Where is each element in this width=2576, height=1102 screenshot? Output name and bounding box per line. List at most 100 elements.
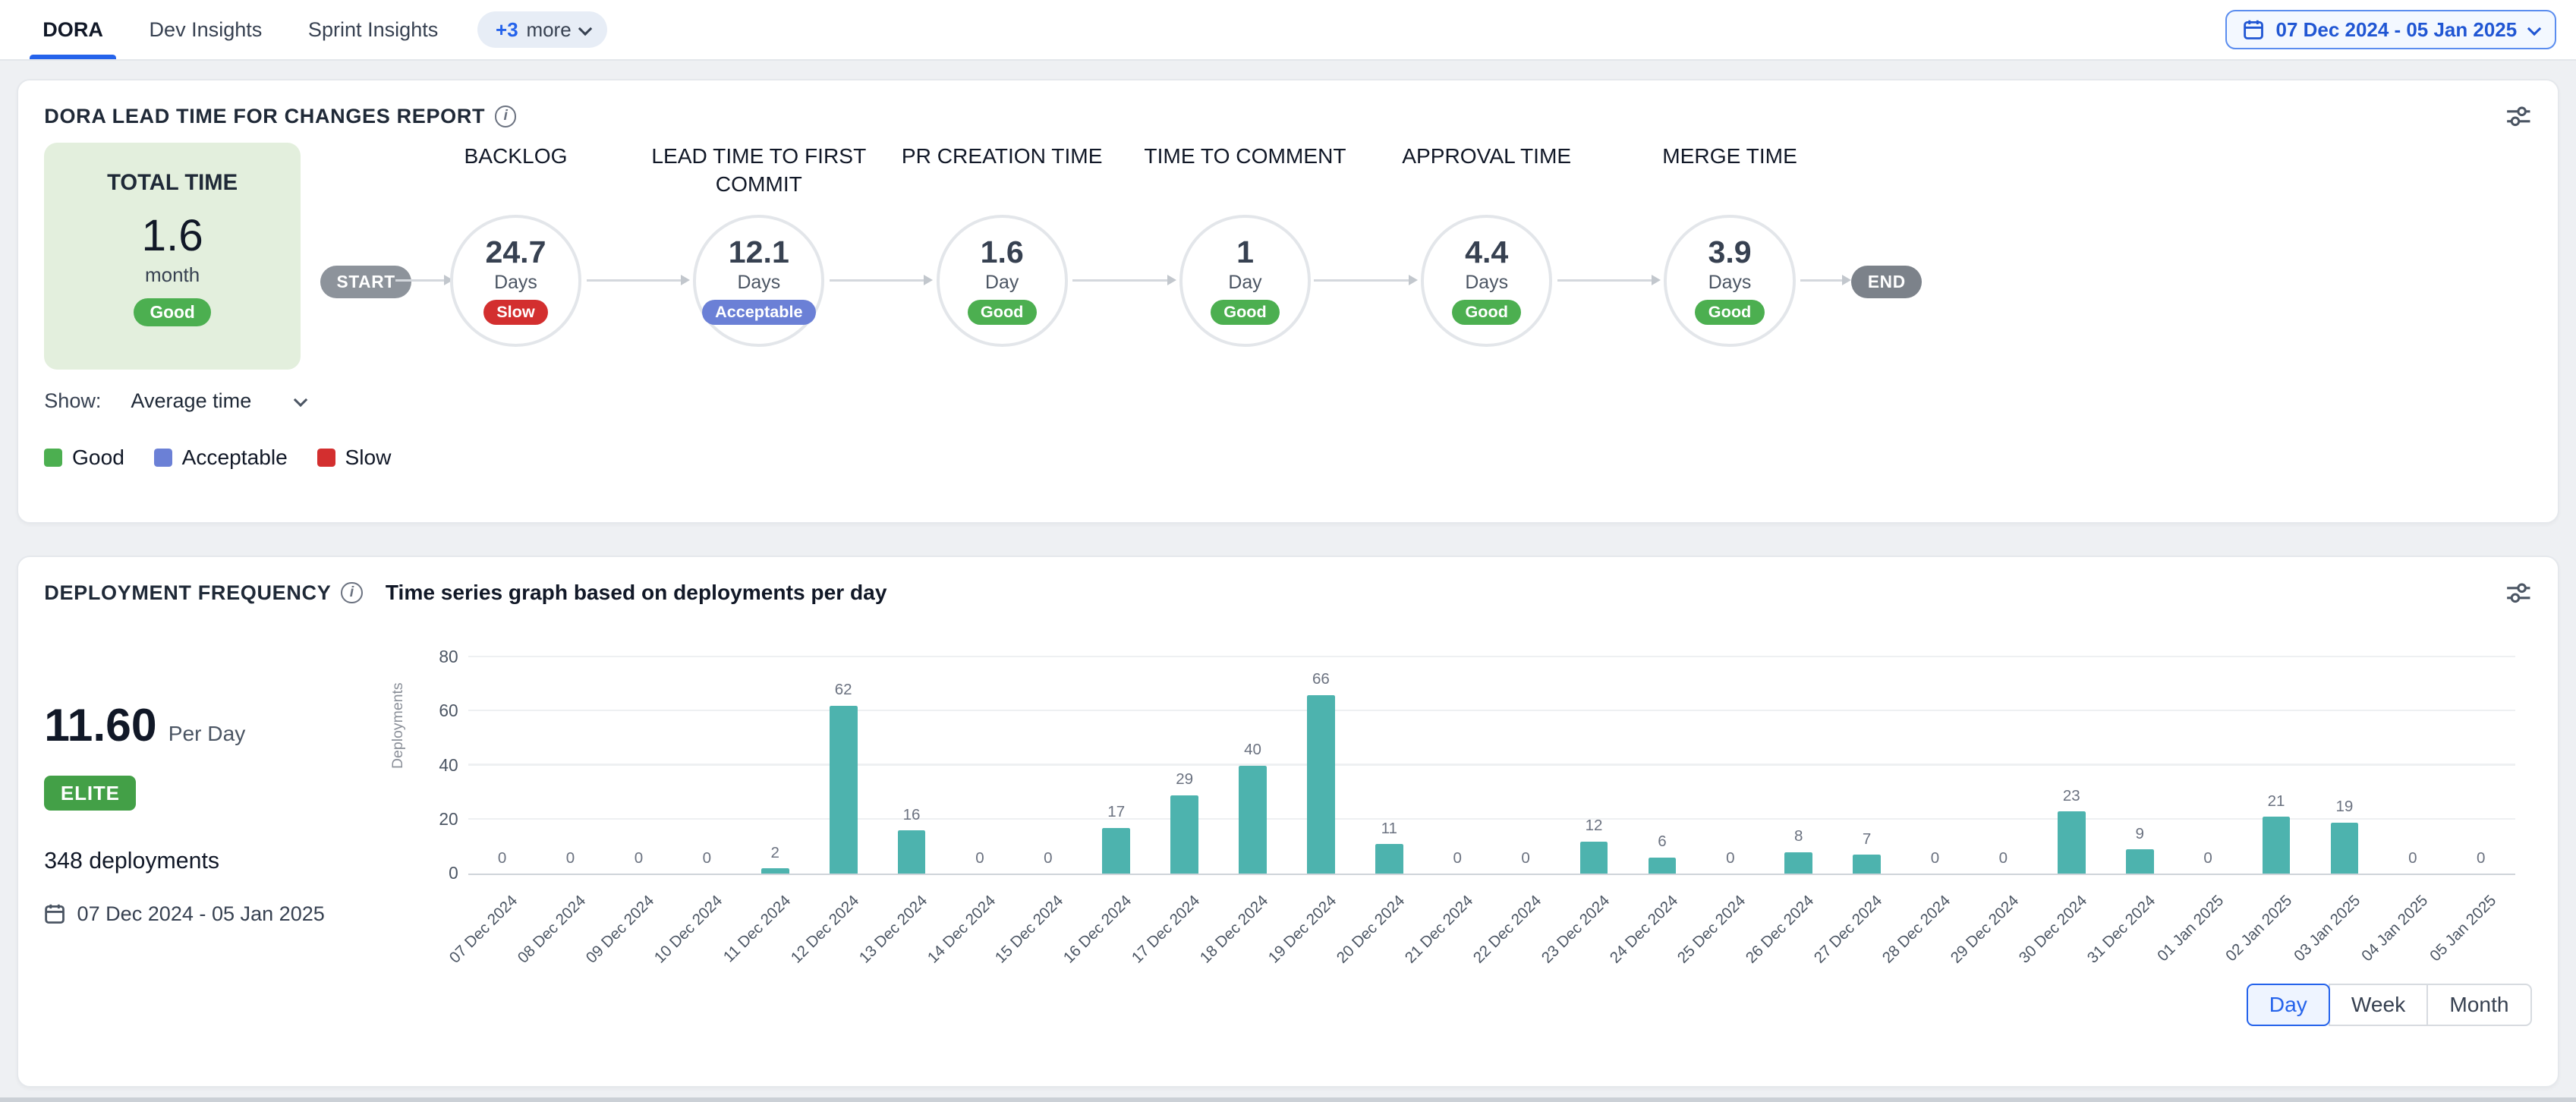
bar-value-label: 7 — [1834, 830, 1900, 849]
bar-value-label: 0 — [1016, 849, 1082, 867]
total-time-box: TOTAL TIME 1.6 month Good — [44, 143, 301, 370]
x-tick-label: 21 Dec 2024 — [1401, 892, 1476, 967]
bar[interactable] — [1649, 858, 1677, 874]
stage-label: APPROVAL TIME — [1365, 143, 1608, 215]
gridline — [468, 818, 2515, 820]
tab-dev-insights[interactable]: Dev Insights — [126, 0, 285, 59]
bar[interactable] — [830, 706, 858, 874]
stage-circle[interactable]: 1 Day Good — [1179, 215, 1311, 346]
x-tick-label: 18 Dec 2024 — [1197, 892, 1272, 967]
settings-sliders-icon[interactable] — [2505, 580, 2532, 606]
legend-item-slow: Slow — [317, 446, 392, 470]
lead-time-flow: START BACKLOG 24.7 Days Slow LEAD TIME T… — [301, 143, 2532, 373]
x-tick-label: 17 Dec 2024 — [1129, 892, 1204, 967]
bar[interactable] — [1580, 842, 1608, 874]
bar-value-label: 29 — [1151, 770, 1217, 789]
bar[interactable] — [2126, 849, 2154, 874]
bar[interactable] — [1784, 852, 1812, 874]
stage-badge: Good — [968, 300, 1037, 324]
stage-merge-time: MERGE TIME 3.9 Days Good — [1608, 143, 1851, 346]
deployment-date-range: 07 Dec 2024 - 05 Jan 2025 — [44, 902, 392, 926]
chart-title: Time series graph based on deployments p… — [386, 581, 887, 605]
bar-value-label: 0 — [2380, 849, 2446, 867]
stage-label: LEAD TIME TO FIRST COMMIT — [638, 143, 880, 215]
x-tick-label: 16 Dec 2024 — [1060, 892, 1135, 967]
bar-value-label: 19 — [2312, 798, 2378, 816]
bar[interactable] — [1102, 828, 1130, 874]
stage-time-to-comment: TIME TO COMMENT 1 Day Good — [1123, 143, 1366, 346]
bar[interactable] — [2263, 817, 2291, 874]
bar[interactable] — [1853, 855, 1881, 874]
y-axis-label: Deployments — [389, 682, 407, 769]
granularity-week-button[interactable]: Week — [2329, 984, 2429, 1025]
stage-circle[interactable]: 24.7 Days Slow — [450, 215, 581, 346]
stage-badge: Good — [1452, 300, 1521, 324]
tab-dora[interactable]: DORA — [20, 0, 126, 59]
x-tick-label: 31 Dec 2024 — [2083, 892, 2159, 967]
calendar-icon — [44, 903, 65, 924]
bar[interactable] — [1375, 844, 1403, 874]
total-time-value: 1.6 — [44, 210, 301, 261]
more-tabs-dropdown[interactable]: +3 more — [477, 11, 607, 48]
x-tick-label: 03 Jan 2025 — [2291, 892, 2364, 965]
info-icon[interactable]: i — [495, 105, 516, 127]
bar-value-label: 0 — [1902, 849, 1968, 867]
show-mode-dropdown[interactable]: Average time — [131, 389, 304, 413]
granularity-day-button[interactable]: Day — [2247, 984, 2330, 1025]
bar-value-label: 21 — [2244, 792, 2310, 811]
bar[interactable] — [761, 868, 789, 874]
granularity-month-button[interactable]: Month — [2426, 984, 2531, 1025]
bar-value-label: 62 — [811, 681, 877, 699]
x-tick-label: 28 Dec 2024 — [1879, 892, 1954, 967]
y-tick-label: 80 — [415, 647, 458, 667]
x-tick-label: 09 Dec 2024 — [583, 892, 658, 967]
stage-lead-time-first-commit: LEAD TIME TO FIRST COMMIT 12.1 Days Acce… — [638, 143, 880, 346]
date-range-picker[interactable]: 07 Dec 2024 - 05 Jan 2025 — [2225, 10, 2556, 49]
stage-pr-creation-time: PR CREATION TIME 1.6 Day Good — [880, 143, 1123, 346]
bar[interactable] — [1307, 695, 1335, 874]
bar[interactable] — [2058, 811, 2086, 874]
bar[interactable] — [2331, 823, 2359, 874]
bar-value-label: 9 — [2107, 825, 2173, 843]
x-tick-label: 15 Dec 2024 — [992, 892, 1067, 967]
x-tick-label: 10 Dec 2024 — [651, 892, 726, 967]
stage-badge: Good — [1695, 300, 1764, 324]
lead-time-card: DORA LEAD TIME FOR CHANGES REPORT i TOTA… — [17, 79, 2560, 524]
tab-sprint-insights[interactable]: Sprint Insights — [285, 0, 461, 59]
bar-value-label: 40 — [1220, 741, 1286, 759]
chevron-down-icon — [293, 393, 307, 407]
bar-value-label: 11 — [1356, 820, 1422, 838]
bar[interactable] — [1170, 795, 1198, 874]
info-icon[interactable]: i — [341, 582, 362, 603]
stage-circle[interactable]: 12.1 Days Acceptable — [693, 215, 824, 346]
stage-circle[interactable]: 3.9 Days Good — [1664, 215, 1795, 346]
page-bottom-divider — [0, 1097, 2576, 1102]
settings-sliders-icon[interactable] — [2505, 103, 2532, 130]
bar-value-label: 0 — [537, 849, 603, 867]
x-tick-label: 12 Dec 2024 — [787, 892, 862, 967]
x-tick-label: 07 Dec 2024 — [446, 892, 521, 967]
x-tick-label: 11 Dec 2024 — [720, 892, 795, 966]
date-range-value: 07 Dec 2024 - 05 Jan 2025 — [2276, 18, 2518, 42]
stage-circle[interactable]: 1.6 Day Good — [937, 215, 1068, 346]
x-tick-label: 05 Jan 2025 — [2426, 892, 2500, 965]
deployments-chart: Deployments 020406080007 Dec 2024008 Dec… — [392, 612, 2532, 1026]
x-tick-label: 14 Dec 2024 — [924, 892, 999, 967]
bar[interactable] — [898, 830, 926, 874]
gridline — [468, 710, 2515, 711]
legend-item-acceptable: Acceptable — [154, 446, 288, 470]
stage-label: MERGE TIME — [1608, 143, 1851, 215]
x-tick-label: 08 Dec 2024 — [515, 892, 590, 967]
gridline — [468, 656, 2515, 657]
show-label: Show: — [44, 389, 101, 413]
stage-circle[interactable]: 4.4 Days Good — [1421, 215, 1552, 346]
legend-swatch — [154, 449, 172, 467]
top-navigation-bar: DORA Dev Insights Sprint Insights +3 mor… — [0, 0, 2576, 61]
deployment-rate-value: 11.60 — [44, 698, 156, 751]
bar-value-label: 0 — [674, 849, 740, 867]
bar-value-label: 0 — [1970, 849, 2036, 867]
x-tick-label: 29 Dec 2024 — [1948, 892, 2023, 967]
bar[interactable] — [1239, 766, 1267, 874]
bar-value-label: 17 — [1083, 803, 1149, 821]
stage-label: BACKLOG — [394, 143, 637, 215]
